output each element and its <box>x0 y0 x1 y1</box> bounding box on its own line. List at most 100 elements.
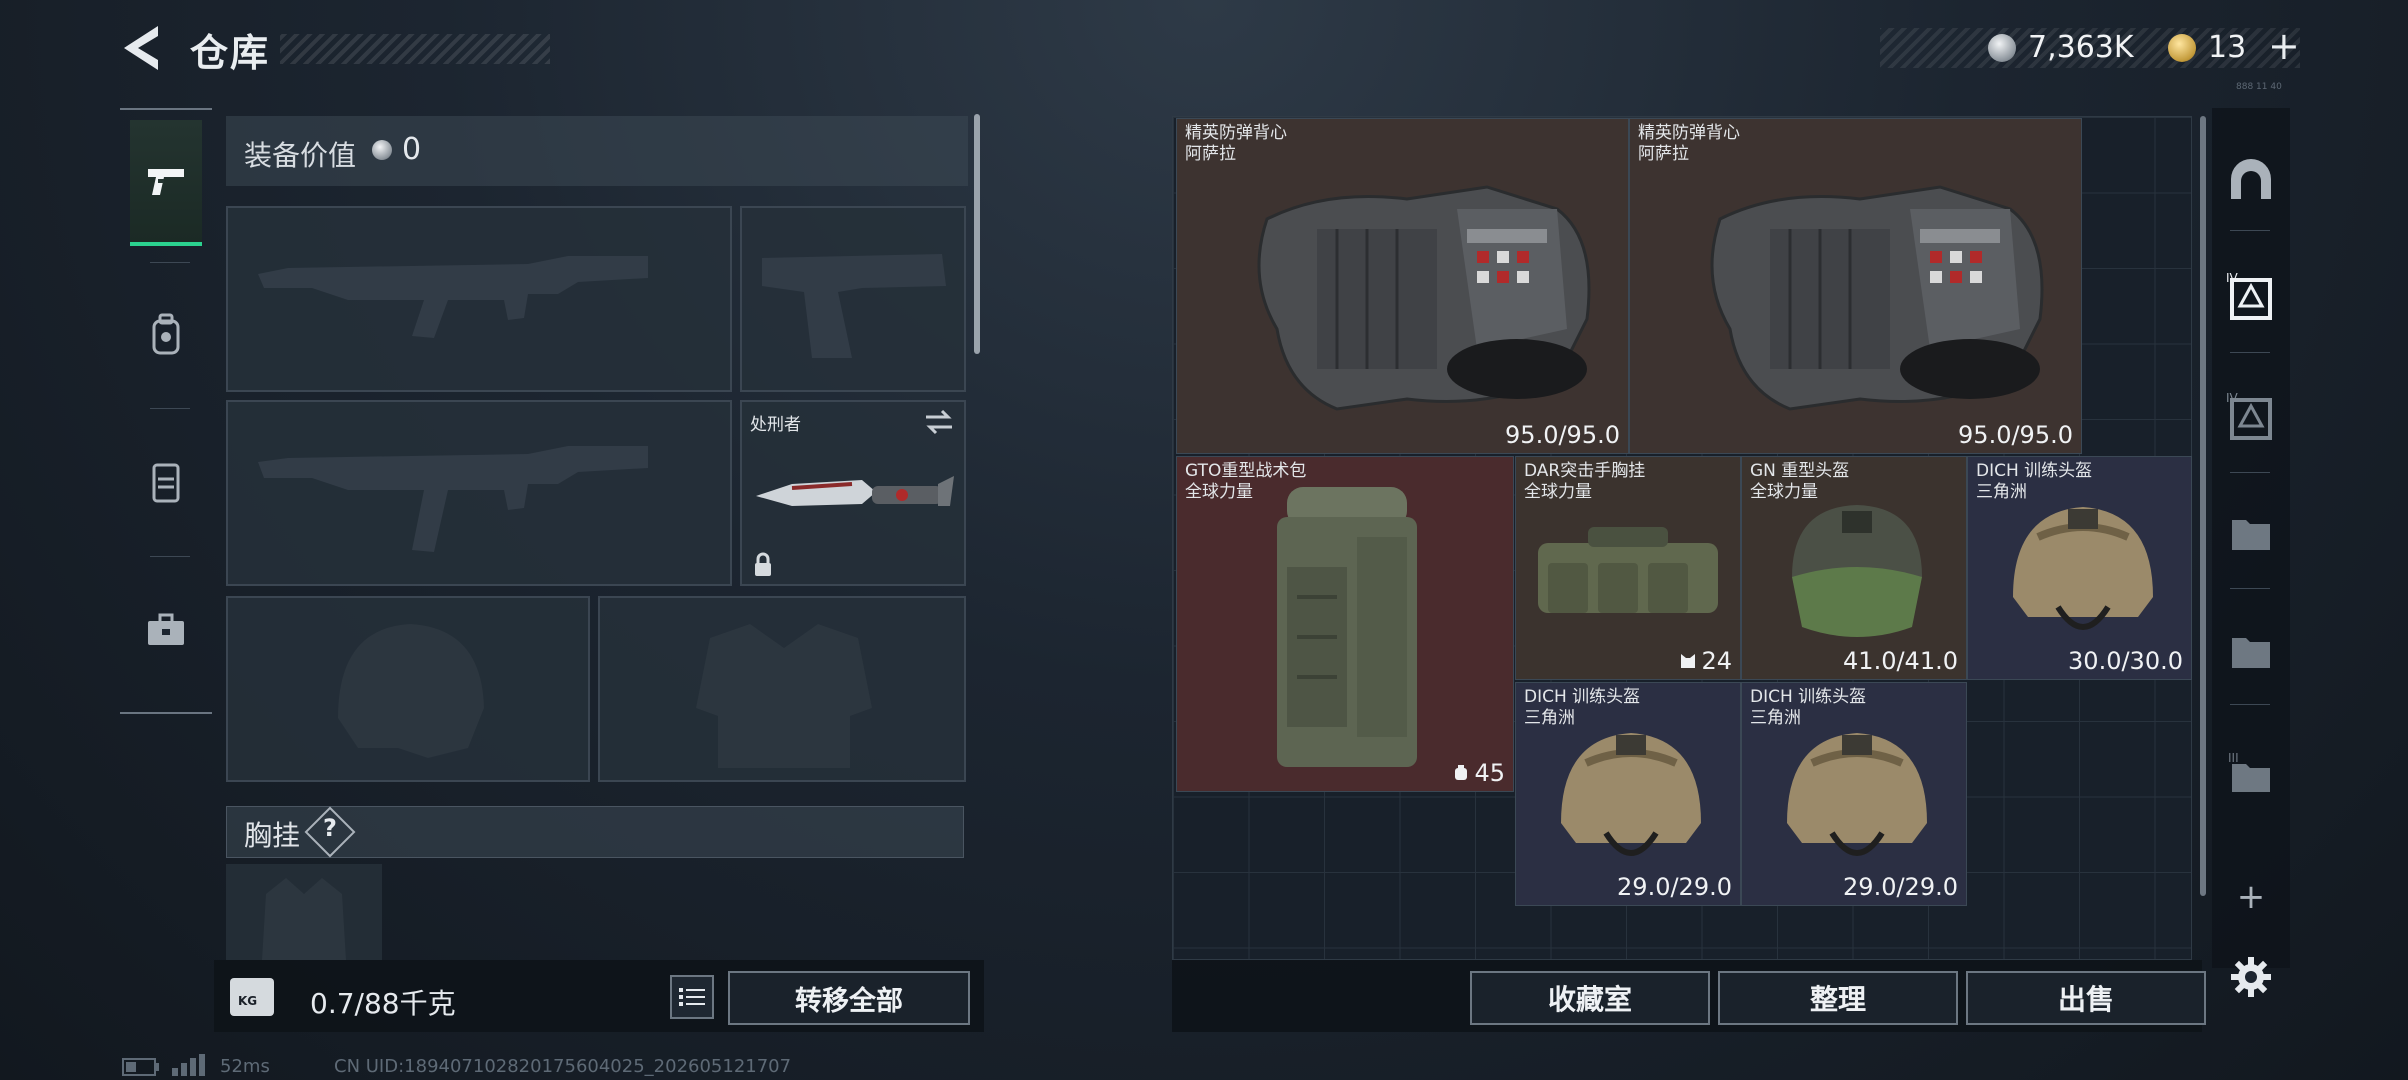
silver-coin-icon <box>372 140 392 160</box>
chest-rig-label: 胸挂 <box>244 819 301 852</box>
item-name: GTO重型战术包 全球力量 <box>1185 461 1307 502</box>
stash-page-3-button[interactable]: III <box>2222 746 2280 804</box>
gold-coin-icon <box>2168 34 2196 62</box>
helmet-icon <box>1787 733 1927 856</box>
helmet-slot[interactable] <box>226 596 590 782</box>
rifle-silhouette-icon <box>258 256 648 338</box>
signal-icon <box>172 1054 205 1076</box>
melee-slot[interactable]: 处刑者 <box>740 400 966 586</box>
tab-divider <box>150 556 190 557</box>
stash-page-4b-button[interactable]: IV <box>2222 388 2280 446</box>
item-name: DICH 训练头盔 三角洲 <box>1524 687 1641 728</box>
organize-button[interactable]: 整理 <box>1718 971 1958 1025</box>
stash-item-vest[interactable]: 精英防弹背心 阿萨拉 95.0/95.0 <box>1629 118 2082 454</box>
backpack-icon <box>152 313 180 355</box>
item-name: DICH 训练头盔 三角洲 <box>1750 687 1867 728</box>
helmet-silhouette-icon <box>338 624 484 758</box>
list-view-button[interactable] <box>670 975 714 1019</box>
sidebar-divider <box>2230 704 2270 705</box>
armor-silhouette-icon <box>696 624 872 768</box>
transfer-all-button[interactable]: 转移全部 <box>728 971 970 1025</box>
knife-icon <box>756 476 954 506</box>
case-icon <box>148 613 184 645</box>
add-stash-page-button[interactable]: + <box>2222 868 2280 926</box>
page-title: 仓库 <box>190 31 271 75</box>
chest-rig-icon <box>1538 527 1718 613</box>
settings-button[interactable] <box>2222 948 2280 1006</box>
svg-text:IV: IV <box>2226 391 2239 405</box>
stash-item-helmet[interactable]: DICH 训练头盔 三角洲 29.0/29.0 <box>1741 682 1967 906</box>
sell-button[interactable]: 出售 <box>1966 971 2206 1025</box>
equipment-value-label: 装备价值 <box>244 139 357 172</box>
uid-text: CN UID:18940710282017560402​5_2026051217… <box>334 1056 792 1077</box>
tab-vest[interactable] <box>130 420 202 546</box>
stash-item-helmet[interactable]: DICH 训练头盔 三角洲 29.0/29.0 <box>1515 682 1741 906</box>
item-durability: 41.0/41.0 <box>1843 647 1958 675</box>
helmet-icon <box>1561 733 1701 856</box>
stash-scrollbar[interactable] <box>2200 116 2206 896</box>
primary-weapon-slot[interactable] <box>226 206 732 392</box>
helmet-icon <box>2013 507 2153 630</box>
help-icon-label: ? <box>323 814 337 842</box>
sidearm-slot[interactable] <box>740 206 966 392</box>
gear-icon <box>2231 957 2271 997</box>
item-durability: 95.0/95.0 <box>1958 421 2073 449</box>
tab-divider <box>150 262 190 263</box>
chest-rig-silhouette-icon <box>262 878 346 960</box>
item-capacity: 45 <box>1452 759 1505 787</box>
tab-backpack[interactable] <box>130 272 202 398</box>
pistol-silhouette-icon <box>762 254 946 358</box>
stash-item-vest[interactable]: 精英防弹背心 阿萨拉 95.0/95.0 <box>1176 118 1629 454</box>
stash-page-folder-1-button[interactable] <box>2222 504 2280 562</box>
item-durability: 29.0/29.0 <box>1843 873 1958 901</box>
backpack-icon <box>1277 487 1417 767</box>
item-capacity: 24 <box>1679 647 1732 675</box>
stash-page-folder-2-button[interactable] <box>2222 622 2280 680</box>
stash-item-heavy-helmet[interactable]: GN 重型头盔 全球力量 41.0/41.0 <box>1741 456 1967 680</box>
back-arrow-icon[interactable] <box>118 22 164 74</box>
silver-coin-icon <box>1988 34 2016 62</box>
stash-page-main-button[interactable] <box>2222 150 2280 208</box>
armor-slot[interactable] <box>598 596 966 782</box>
item-name: GN 重型头盔 全球力量 <box>1750 461 1850 502</box>
stash-page-icon: IV <box>2226 271 2272 320</box>
rifle-silhouette-icon <box>258 446 648 552</box>
arch-icon <box>2231 159 2271 199</box>
stash-item-backpack[interactable]: GTO重型战术包 全球力量 45 <box>1176 456 1514 792</box>
folder-icon <box>2232 638 2270 668</box>
sidebar-divider <box>2230 352 2270 353</box>
carry-weight: 0.7/88千克 <box>310 987 456 1020</box>
sidebar-divider <box>2230 230 2270 231</box>
stash-page-icon: IV <box>2226 391 2272 440</box>
item-name: DICH 训练头盔 三角洲 <box>1976 461 2093 502</box>
sidebar-divider <box>2230 588 2270 589</box>
add-currency-button[interactable]: + <box>2268 24 2300 68</box>
armor-vest-icon <box>1710 185 2044 411</box>
silver-amount: 7,363K <box>2028 30 2134 65</box>
pistol-icon <box>148 169 184 195</box>
secondary-weapon-slot[interactable] <box>226 400 732 586</box>
stash-item-chestrig[interactable]: DAR突击手胸挂 全球力量 24 <box>1515 456 1741 680</box>
melee-slot-label: 处刑者 <box>750 415 801 435</box>
equipment-scrollbar[interactable] <box>974 114 980 354</box>
gold-amount: 13 <box>2208 30 2247 65</box>
ping-text: 52ms <box>220 1056 270 1077</box>
svg-text:III: III <box>2228 751 2239 765</box>
tab-divider <box>150 408 190 409</box>
swap-icon[interactable] <box>922 408 956 436</box>
item-durability: 30.0/30.0 <box>2068 647 2183 675</box>
chest-rig-slot[interactable] <box>226 864 382 960</box>
chest-rig-capacity-icon <box>1681 654 1696 668</box>
item-durability: 95.0/95.0 <box>1505 421 1620 449</box>
tab-case[interactable] <box>130 568 202 694</box>
equipment-value: 0 <box>402 132 422 167</box>
stash-page-4a-button[interactable]: IV <box>2222 268 2280 326</box>
stash-page-icon: III <box>2228 751 2270 792</box>
version-text: 888 11 40 <box>2236 82 2282 92</box>
collection-room-button[interactable]: 收藏室 <box>1470 971 1710 1025</box>
tab-weapons[interactable] <box>130 120 202 246</box>
battery-icon <box>122 1058 159 1076</box>
stash-item-helmet[interactable]: DICH 训练头盔 三角洲 30.0/30.0 <box>1967 456 2192 680</box>
list-icon <box>679 988 705 1006</box>
capacity-icon <box>1455 765 1468 780</box>
